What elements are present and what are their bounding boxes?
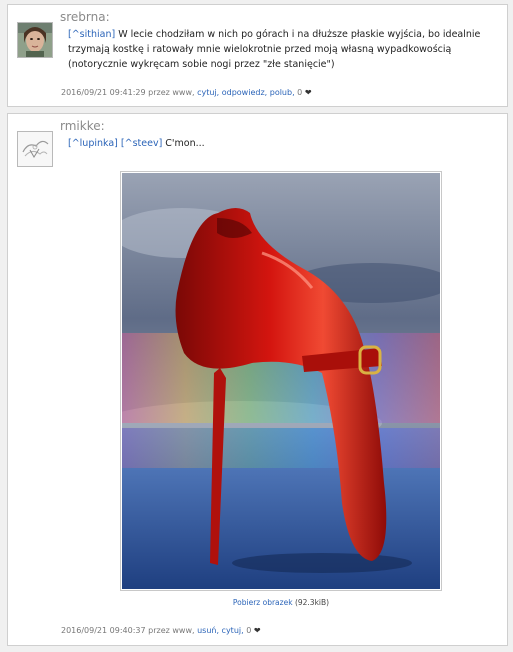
mention-link[interactable]: [^sithian] <box>68 29 115 40</box>
quote-link[interactable]: cytuj, <box>197 88 219 97</box>
user-avatar[interactable] <box>17 131 53 167</box>
sketch-avatar-icon <box>18 132 52 166</box>
comment-meta: 2016/09/21 09:40:37 przez www, usuń, cyt… <box>61 626 261 635</box>
like-count: 0 <box>246 626 252 635</box>
like-count: 0 <box>297 88 303 97</box>
timestamp: 2016/09/21 09:40:37 przez www, <box>61 626 195 635</box>
username[interactable]: srebrna: <box>60 10 110 24</box>
username[interactable]: rmikke: <box>60 119 105 133</box>
quote-link[interactable]: cytuj, <box>222 626 244 635</box>
heart-icon: ❤ <box>253 626 261 635</box>
woman-portrait-avatar-icon <box>18 23 52 57</box>
comment-text: [^lupinka] [^steev] C'mon... <box>68 136 495 151</box>
comment-body: W lecie chodziłam w nich po górach i na … <box>68 29 481 70</box>
comment-text: [^sithian] W lecie chodziłam w nich po g… <box>68 27 495 72</box>
comment-body: C'mon... <box>162 138 205 149</box>
delete-link[interactable]: usuń, <box>197 626 219 635</box>
red-high-heel-shoe-image <box>102 173 452 589</box>
like-link[interactable]: polub, <box>270 88 295 97</box>
reply-link[interactable]: odpowiedz, <box>222 88 267 97</box>
comment-post: rmikke: [^lupinka] [^steev] C'mon... Pob… <box>7 113 508 646</box>
attached-image[interactable] <box>102 171 452 591</box>
user-avatar[interactable] <box>17 22 53 58</box>
mention-link[interactable]: [^steev] <box>121 138 162 149</box>
download-image-link[interactable]: Pobierz obrazek <box>233 598 293 607</box>
comment-meta: 2016/09/21 09:41:29 przez www, cytuj, od… <box>61 88 312 97</box>
comment-post: srebrna: [^sithian] W lecie chodziłam w … <box>7 4 508 107</box>
image-caption: Pobierz obrazek (92.3kiB) <box>120 598 442 607</box>
image-size: (92.3kiB) <box>294 598 330 607</box>
timestamp: 2016/09/21 09:41:29 przez www, <box>61 88 195 97</box>
mention-link[interactable]: [^lupinka] <box>68 138 118 149</box>
heart-icon: ❤ <box>304 88 312 97</box>
